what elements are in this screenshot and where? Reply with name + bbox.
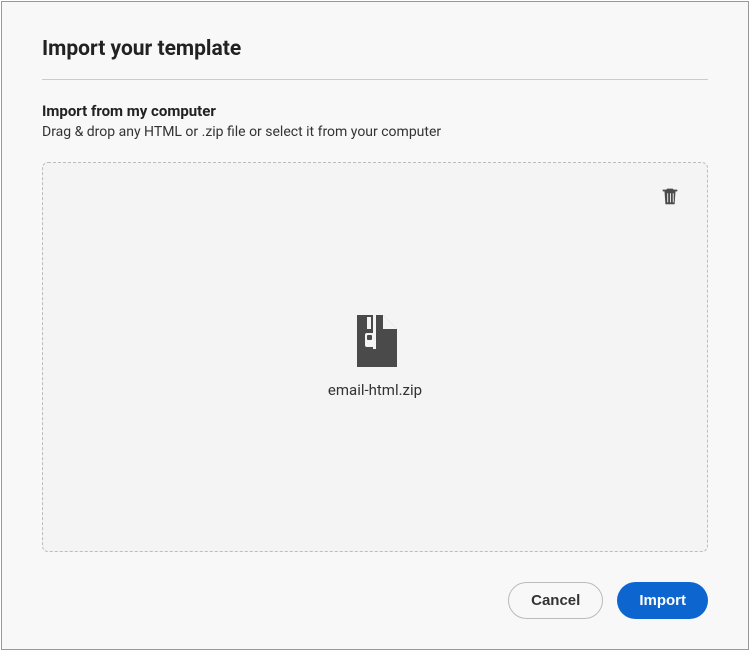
trash-icon (659, 195, 681, 210)
import-button[interactable]: Import (617, 582, 708, 619)
divider (42, 79, 708, 80)
delete-file-button[interactable] (655, 181, 685, 214)
file-name: email-html.zip (328, 381, 422, 399)
dialog-footer: Cancel Import (42, 582, 708, 619)
section-title: Import from my computer (42, 102, 708, 120)
import-template-dialog: Import your template Import from my comp… (1, 1, 749, 650)
zip-file-icon (353, 315, 397, 371)
dialog-title: Import your template (42, 37, 708, 61)
cancel-button[interactable]: Cancel (508, 582, 603, 619)
section-description: Drag & drop any HTML or .zip file or sel… (42, 124, 708, 140)
uploaded-file: email-html.zip (328, 315, 422, 399)
file-dropzone[interactable]: email-html.zip (42, 162, 708, 552)
